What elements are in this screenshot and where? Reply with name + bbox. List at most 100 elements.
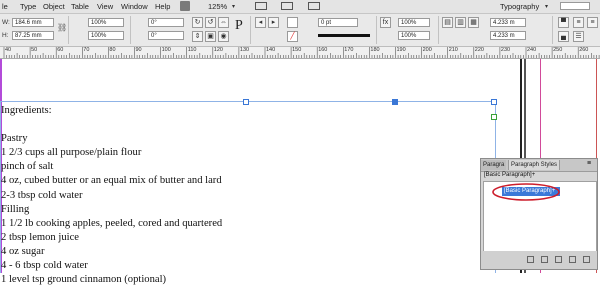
fx-icon[interactable]: fx xyxy=(380,17,391,28)
menu-file[interactable]: le xyxy=(2,2,8,11)
stroke-weight-field[interactable]: 0 pt xyxy=(318,18,358,27)
workspace-chevron-icon[interactable]: ▾ xyxy=(545,3,548,10)
zoom-level[interactable]: 125% xyxy=(208,2,227,11)
story-line[interactable]: 2-3 tbsp cold water xyxy=(1,189,491,203)
ruler-label: 120 xyxy=(213,47,223,53)
rotate-field[interactable]: 0° xyxy=(148,18,184,27)
ruler-label: 230 xyxy=(500,47,511,53)
ruler-label: 130 xyxy=(239,47,250,53)
story-line[interactable]: Ingredients: xyxy=(1,104,491,118)
align-justify-icon[interactable]: ☰ xyxy=(573,31,584,42)
stroke-swatch-icon[interactable]: ╱ xyxy=(287,31,298,42)
bridge-icon[interactable] xyxy=(180,1,190,11)
story-line[interactable]: 4 oz sugar xyxy=(1,245,491,259)
view-options-icon[interactable] xyxy=(255,2,267,10)
ruler-label: 260 xyxy=(579,47,589,53)
gutter-field-1[interactable]: 4.233 m xyxy=(490,18,526,27)
ruler-label: 100 xyxy=(161,47,171,53)
ruler-label: 220 xyxy=(474,47,484,53)
menu-table[interactable]: Table xyxy=(71,2,89,11)
rotate-ccw-icon[interactable]: ↺ xyxy=(205,17,216,28)
story-line[interactable]: 1 level tsp ground cinnamon (optional) xyxy=(1,273,491,287)
frame-handle-top-right[interactable] xyxy=(491,99,497,105)
menu-type[interactable]: Type xyxy=(20,2,36,11)
shear-field[interactable]: 0° xyxy=(148,31,184,40)
workspace-switcher[interactable]: Typography xyxy=(500,2,539,11)
text-wrap-shape-icon[interactable]: ▦ xyxy=(468,17,479,28)
width-field[interactable]: 184.6 mm xyxy=(12,18,54,27)
text-wrap-none-icon[interactable]: ▤ xyxy=(442,17,453,28)
story-line[interactable] xyxy=(1,118,491,132)
panel-flyout-icon[interactable]: ≡ xyxy=(587,160,591,167)
gutter-field-2[interactable]: 4.233 m xyxy=(490,31,526,40)
style-group-icon[interactable] xyxy=(527,256,534,263)
chevron-down-icon[interactable]: ▾ xyxy=(232,3,235,10)
select-previous-icon[interactable]: ◂ xyxy=(255,17,266,28)
opacity-field-2[interactable]: 100% xyxy=(398,31,430,40)
arrange-documents-icon[interactable] xyxy=(308,2,320,10)
width-label: W: xyxy=(2,19,10,26)
story-line[interactable]: Pastry xyxy=(1,132,491,146)
story-line[interactable]: 1 2/3 cups all purpose/plain flour xyxy=(1,146,491,160)
menu-window[interactable]: Window xyxy=(121,2,148,11)
menu-view[interactable]: View xyxy=(97,2,113,11)
flip-vertical-icon[interactable]: ⇕ xyxy=(192,31,203,42)
ruler-label: 60 xyxy=(57,47,64,53)
tab-paragraph-styles[interactable]: Paragraph Styles xyxy=(508,160,561,170)
select-container-icon[interactable]: ▣ xyxy=(205,31,216,42)
story-text[interactable]: Ingredients: Pastry 1 2/3 cups all purpose… xyxy=(1,104,491,287)
constrain-proportions-icon[interactable]: ⛓ xyxy=(57,23,67,32)
control-panel: W: 184.6 mm H: 87.25 mm ⛓ 100% 100% 0° 0… xyxy=(0,14,600,47)
align-center-icon[interactable]: ≡ xyxy=(573,17,584,28)
styles-list[interactable]: [Basic Paragraph]+ xyxy=(483,181,597,253)
panel-tab-bar: Paragra Paragraph Styles ≡ xyxy=(481,159,597,172)
delete-style-icon[interactable] xyxy=(583,256,590,263)
align-top-icon[interactable]: ▀ xyxy=(558,17,569,28)
ruler-label: 190 xyxy=(396,47,406,53)
fill-swatch-icon[interactable] xyxy=(287,17,298,28)
ruler-label: 160 xyxy=(318,47,328,53)
opacity-field-1[interactable]: 100% xyxy=(398,18,430,27)
story-line[interactable]: pinch of salt xyxy=(1,160,491,174)
text-wrap-bbox-icon[interactable]: ▥ xyxy=(455,17,466,28)
ruler-label: 180 xyxy=(370,47,380,53)
search-field[interactable] xyxy=(560,2,590,10)
ruler-label: 110 xyxy=(187,47,197,53)
new-style-icon[interactable] xyxy=(569,256,576,263)
tab-paragraph[interactable]: Paragra xyxy=(481,160,507,170)
ruler-label: 210 xyxy=(448,47,458,53)
horizontal-ruler: 40 50 60 70 80 90 100 110 120 130 140 150 160 170 180 1… xyxy=(0,47,600,59)
select-content-icon[interactable]: ◉ xyxy=(218,31,229,42)
ruler-label: 70 xyxy=(83,47,90,53)
ruler-label: 140 xyxy=(266,47,276,53)
menu-object[interactable]: Object xyxy=(43,2,65,11)
annotation-circle xyxy=(492,183,560,201)
select-next-icon[interactable]: ▸ xyxy=(268,17,279,28)
ruler-label: 170 xyxy=(344,47,354,53)
clear-overrides-icon[interactable] xyxy=(541,256,548,263)
height-field[interactable]: 87.25 mm xyxy=(12,31,54,40)
menu-bar: le Type Object Table View Window Help 12… xyxy=(0,0,600,14)
story-line[interactable]: 4 - 6 tbsp cold water xyxy=(1,259,491,273)
ruler-label: 250 xyxy=(553,47,563,53)
scale-y-field[interactable]: 100% xyxy=(88,31,124,40)
frame-out-port[interactable] xyxy=(491,114,497,120)
story-line[interactable]: 2 tbsp lemon juice xyxy=(1,231,491,245)
menu-help[interactable]: Help xyxy=(155,2,170,11)
screen-mode-icon[interactable] xyxy=(281,2,293,10)
panel-footer xyxy=(481,251,597,269)
panel-menu-icon[interactable]: ≡ xyxy=(587,17,598,28)
scale-x-field[interactable]: 100% xyxy=(88,18,124,27)
flip-indicator-icon[interactable]: P xyxy=(235,18,243,34)
current-style-label: [Basic Paragraph]+ xyxy=(484,172,536,178)
align-bottom-icon[interactable]: ▄ xyxy=(558,31,569,42)
stroke-type-selector[interactable] xyxy=(318,34,370,37)
story-line[interactable]: 4 oz, cubed butter or an equal mix of bu… xyxy=(1,174,491,188)
rotate-cw-icon[interactable]: ↻ xyxy=(192,17,203,28)
story-line[interactable]: 1 1/2 lb cooking apples, peeled, cored a… xyxy=(1,217,491,231)
new-style-group-icon[interactable] xyxy=(555,256,562,263)
ruler-label: 150 xyxy=(292,47,302,53)
ruler-label: 80 xyxy=(109,47,116,53)
flip-horizontal-icon[interactable]: ⇔ xyxy=(218,17,229,28)
story-line[interactable]: Filling xyxy=(1,203,491,217)
